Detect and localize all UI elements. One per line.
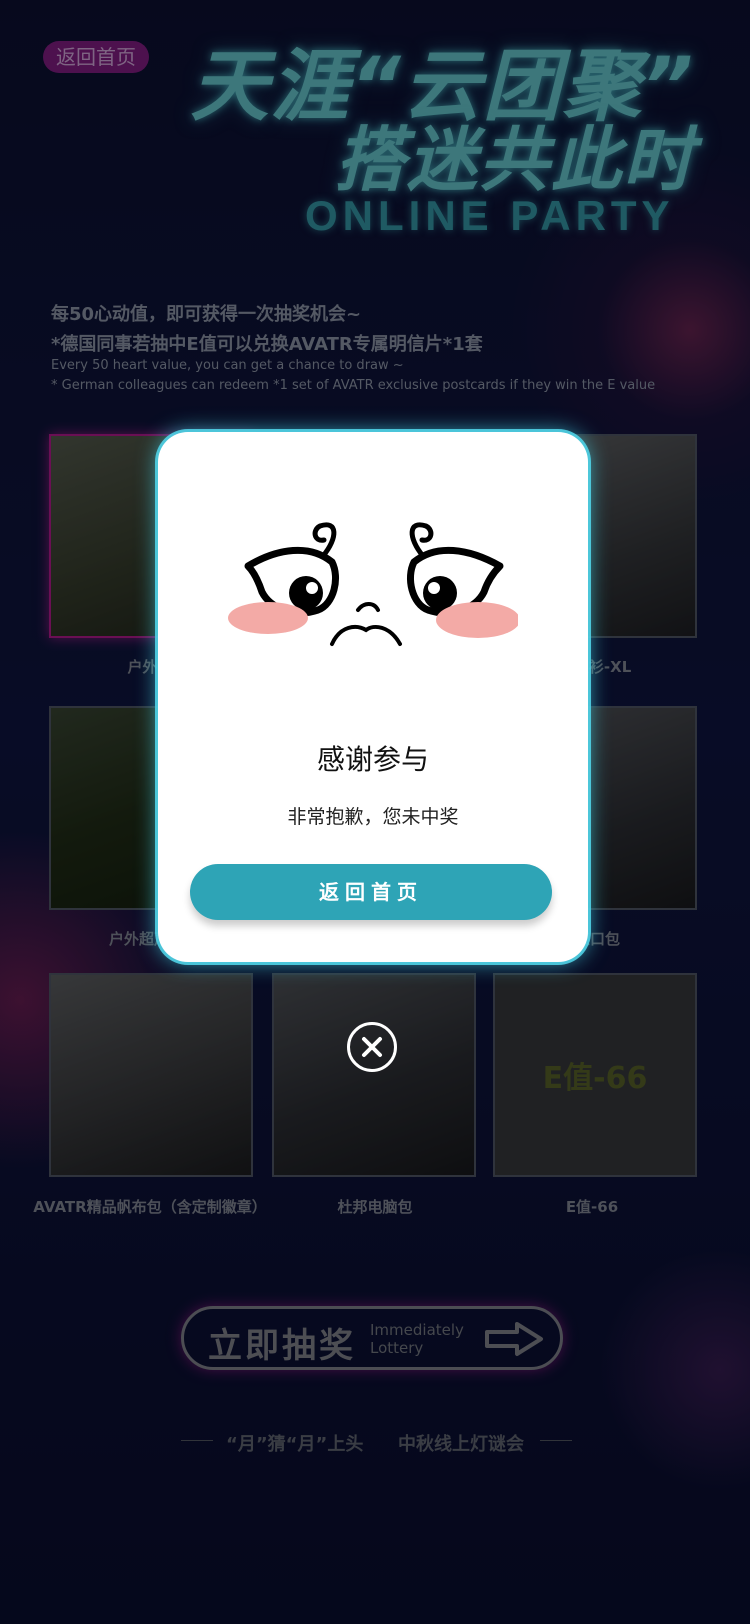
- result-modal: 感谢参与 非常抱歉，您未中奖 返回首页: [158, 432, 588, 962]
- close-x-glyph: [362, 1037, 382, 1057]
- modal-title: 感谢参与: [316, 743, 429, 776]
- close-circle-icon[interactable]: [347, 1022, 397, 1072]
- sad-face-icon: [228, 522, 518, 646]
- modal-message: 非常抱歉，您未中奖: [287, 806, 459, 828]
- modal-back-home-button[interactable]: 返回首页: [190, 864, 552, 920]
